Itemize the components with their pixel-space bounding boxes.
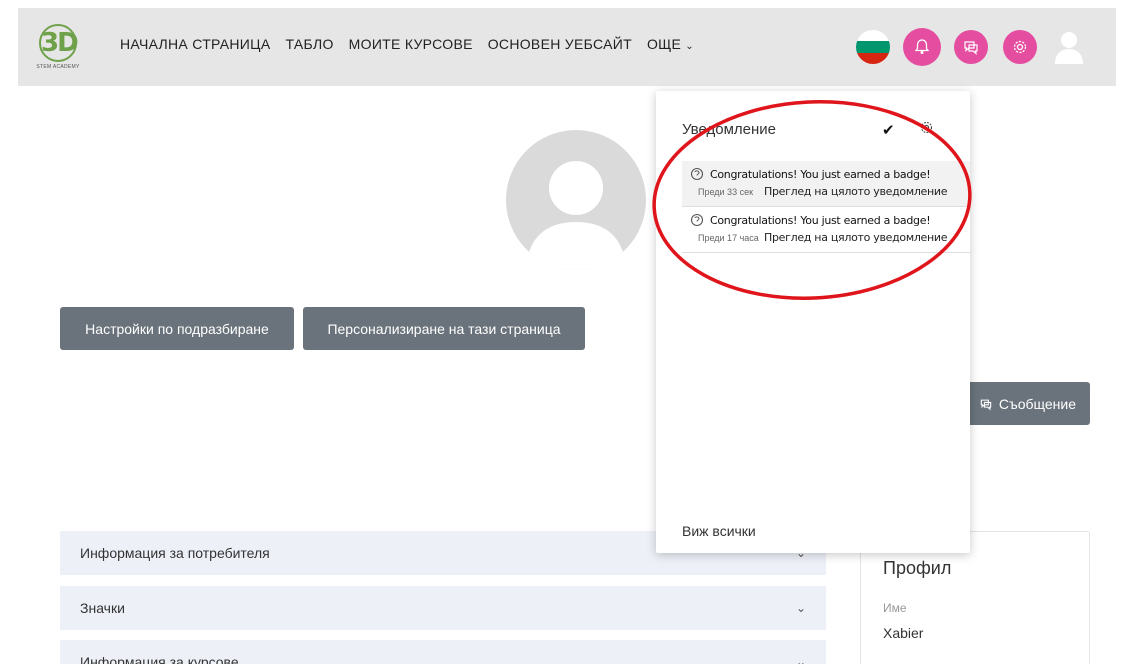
nav-item-my-courses[interactable]: МОИТЕ КУРСОВЕ xyxy=(349,36,473,52)
nav-item-home[interactable]: НАЧАЛНА СТРАНИЦА xyxy=(120,36,270,52)
send-message-button[interactable]: Съобщение xyxy=(952,382,1090,425)
notification-item[interactable]: Congratulations! You just earned a badge… xyxy=(682,207,970,253)
nav-item-main-website[interactable]: ОСНОВЕН УЕБСАЙТ xyxy=(488,36,632,52)
badge-icon xyxy=(690,213,704,227)
customize-page-button[interactable]: Персонализиране на тази страница xyxy=(303,307,585,350)
profile-name-value: Xabier xyxy=(883,625,924,641)
site-logo[interactable]: 3D STEM ACADEMY xyxy=(28,18,88,76)
nav-item-more[interactable]: ОЩЕ ⌄ xyxy=(647,36,694,52)
reset-defaults-button[interactable]: Настройки по подразбиране xyxy=(60,307,294,350)
notification-item[interactable]: Congratulations! You just earned a badge… xyxy=(682,161,970,207)
chat-icon xyxy=(964,41,978,56)
top-navbar: 3D STEM ACADEMY НАЧАЛНА СТРАНИЦА ТАБЛО М… xyxy=(18,8,1116,86)
notification-time: Преди 33 сек xyxy=(698,187,754,197)
section-label: Значки xyxy=(80,600,125,616)
chat-icon xyxy=(980,399,992,410)
badge-icon xyxy=(690,167,704,181)
send-message-label: Съобщение xyxy=(998,395,1076,412)
messages-button[interactable] xyxy=(954,30,988,64)
profile-avatar xyxy=(506,130,646,270)
primary-nav: НАЧАЛНА СТРАНИЦА ТАБЛО МОИТЕ КУРСОВЕ ОСН… xyxy=(120,36,709,52)
notification-time: Преди 17 часа xyxy=(698,233,759,243)
section-badges[interactable]: Значки ⌄ xyxy=(60,586,826,630)
section-label: Информация за потребителя xyxy=(80,545,270,561)
logo-mark: 3D xyxy=(39,24,79,62)
gear-icon xyxy=(920,121,933,134)
view-full-notification-link[interactable]: Преглед на цялото уведомление xyxy=(764,185,948,198)
notification-meta: Преди 33 сек Преглед на цялото уведомлен… xyxy=(690,185,970,201)
bulgaria-flag-icon[interactable] xyxy=(856,30,890,64)
profile-card-title: Профил xyxy=(883,558,952,578)
nav-icon-group xyxy=(856,30,1086,64)
section-label: Информация за курсове xyxy=(80,654,239,664)
notification-settings-button[interactable] xyxy=(919,120,934,140)
popover-title: Уведомление xyxy=(682,121,777,138)
user-avatar-icon xyxy=(1055,32,1083,64)
logo-subtitle: STEM ACADEMY xyxy=(36,64,80,70)
nav-item-more-label: ОЩЕ xyxy=(646,36,682,52)
chevron-down-icon: ⌄ xyxy=(795,601,806,615)
section-course-info[interactable]: Информация за курсове ⌄ xyxy=(60,640,826,664)
chevron-down-icon: ⌄ xyxy=(685,41,694,52)
notifications-button[interactable] xyxy=(905,30,939,64)
bell-icon xyxy=(914,39,930,54)
settings-button[interactable] xyxy=(1003,30,1037,64)
notification-meta: Преди 17 часа Преглед на цялото уведомле… xyxy=(690,231,970,247)
notification-row: Congratulations! You just earned a badge… xyxy=(690,213,970,227)
view-full-notification-link[interactable]: Преглед на цялото уведомление xyxy=(764,231,948,244)
gear-icon xyxy=(1013,40,1027,54)
view-all-notifications-link[interactable]: Виж всички xyxy=(682,523,756,539)
notifications-popover: Уведомление ✔ Congratulations! You just … xyxy=(656,91,970,553)
user-avatar-icon xyxy=(526,161,626,270)
notification-message: Congratulations! You just earned a badge… xyxy=(710,167,931,181)
profile-name-label: Име xyxy=(883,601,907,615)
user-menu-avatar[interactable] xyxy=(1052,30,1086,64)
chevron-down-icon: ⌄ xyxy=(795,655,806,664)
notification-row: Congratulations! You just earned a badge… xyxy=(690,167,970,181)
notification-message: Congratulations! You just earned a badge… xyxy=(710,213,931,227)
nav-item-dashboard[interactable]: ТАБЛО xyxy=(285,36,333,52)
mark-all-read-icon[interactable]: ✔ xyxy=(882,121,895,139)
